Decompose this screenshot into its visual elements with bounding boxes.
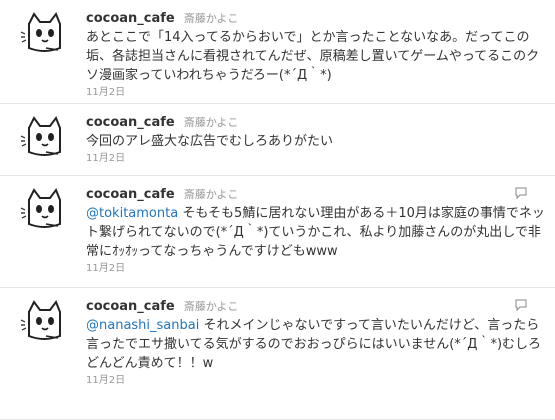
tweet: cocoan_cafe 斎藤かよこ @nanashi_sanbai それメインじ…	[0, 288, 555, 420]
user-avatar[interactable]	[20, 186, 68, 234]
tweet-header: cocoan_cafe 斎藤かよこ	[86, 10, 545, 28]
tweet-timestamp[interactable]: 11月2日	[86, 151, 545, 172]
full-name: 斎藤かよこ	[183, 116, 239, 129]
full-name: 斎藤かよこ	[183, 300, 239, 313]
reply-icon[interactable]	[515, 299, 527, 311]
mention-link[interactable]: @nanashi_sanbai	[86, 318, 199, 333]
user-avatar[interactable]	[20, 114, 68, 162]
tweet: cocoan_cafe 斎藤かよこ @tokitamonta そもそも5鯖に居れ…	[0, 176, 555, 288]
cat-avatar-icon	[20, 298, 68, 346]
full-name: 斎藤かよこ	[183, 188, 239, 201]
cat-avatar-icon	[20, 186, 68, 234]
tweet-header: cocoan_cafe 斎藤かよこ	[86, 298, 545, 316]
tweet: cocoan_cafe 斎藤かよこ あとここで「14入ってるからおいで」とか言っ…	[0, 0, 555, 104]
user-avatar[interactable]	[20, 10, 68, 58]
tweet-text: あとここで「14入ってるからおいで」とか言ったことないなあ。だってこの垢、各誌担…	[86, 30, 540, 83]
tweet-header: cocoan_cafe 斎藤かよこ	[86, 114, 545, 132]
tweet-timestamp[interactable]: 11月2日	[86, 373, 545, 394]
tweet-text: 今回のアレ盛大な広告でむしろありがたい	[86, 134, 334, 149]
cat-avatar-icon	[20, 10, 68, 58]
screen-name[interactable]: cocoan_cafe	[86, 187, 175, 202]
tweet-text: @tokitamonta そもそも5鯖に居れない理由がある＋10月は家庭の事情で…	[86, 204, 545, 261]
tweet-timestamp[interactable]: 11月2日	[86, 261, 545, 282]
tweet-timestamp[interactable]: 11月2日	[86, 85, 545, 106]
cat-avatar-icon	[20, 114, 68, 162]
tweet-timeline: cocoan_cafe 斎藤かよこ あとここで「14入ってるからおいで」とか言っ…	[0, 0, 555, 420]
tweet-text: @nanashi_sanbai それメインじゃないですって言いたいんだけど、言っ…	[86, 316, 545, 373]
user-avatar[interactable]	[20, 298, 68, 346]
tweet: cocoan_cafe 斎藤かよこ 今回のアレ盛大な広告でむしろありがたい 11…	[0, 104, 555, 176]
screen-name[interactable]: cocoan_cafe	[86, 299, 175, 314]
mention-link[interactable]: @tokitamonta	[86, 206, 178, 221]
tweet-header: cocoan_cafe 斎藤かよこ	[86, 186, 545, 204]
reply-icon[interactable]	[515, 187, 527, 199]
screen-name[interactable]: cocoan_cafe	[86, 11, 175, 26]
screen-name[interactable]: cocoan_cafe	[86, 115, 175, 130]
full-name: 斎藤かよこ	[183, 12, 239, 25]
